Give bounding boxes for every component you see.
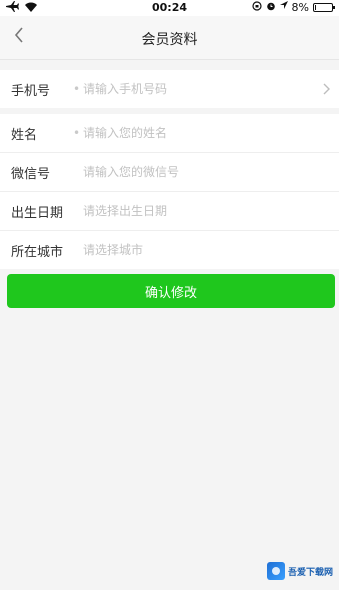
battery-icon <box>313 3 335 12</box>
phone-label: 手机号 <box>11 83 51 99</box>
alarm-icon <box>266 1 276 14</box>
rotation-lock-icon <box>251 1 262 14</box>
confirm-button[interactable]: 确认修改 <box>7 274 335 308</box>
nav-bar: 会员资料 <box>0 16 339 60</box>
status-bar: 00:24 8% <box>0 0 339 16</box>
name-label: 姓名 <box>11 127 38 143</box>
city-row[interactable]: 所在城市 <box>0 231 339 269</box>
watermark-logo-icon <box>266 562 285 580</box>
birthday-label: 出生日期 <box>11 205 64 221</box>
wechat-row[interactable]: 微信号 <box>0 153 339 191</box>
battery-text: 8% <box>291 1 309 14</box>
phone-row[interactable]: 手机号 • <box>0 70 339 108</box>
watermark-text: 吾爱下载网 <box>287 567 333 578</box>
status-right: 8% <box>251 1 335 14</box>
city-input[interactable] <box>83 243 283 257</box>
wechat-input[interactable] <box>83 165 283 179</box>
name-input[interactable] <box>83 126 283 140</box>
location-icon <box>279 1 288 14</box>
battery-fill <box>315 5 316 10</box>
watermark: 吾爱下载网 <box>266 562 333 580</box>
birthday-row[interactable]: 出生日期 <box>0 192 339 230</box>
birthday-input[interactable] <box>83 204 283 218</box>
member-form: 手机号 • 姓名 • 微信号 出生日期 所在城市 <box>0 70 339 269</box>
page-title: 会员资料 <box>141 32 198 48</box>
chevron-right-icon[interactable] <box>321 81 331 95</box>
required-dot: • <box>73 126 81 140</box>
wechat-label: 微信号 <box>11 166 51 182</box>
name-row[interactable]: 姓名 • <box>0 114 339 152</box>
phone-input[interactable] <box>83 82 283 96</box>
city-label: 所在城市 <box>11 244 64 260</box>
required-dot: • <box>73 82 81 96</box>
